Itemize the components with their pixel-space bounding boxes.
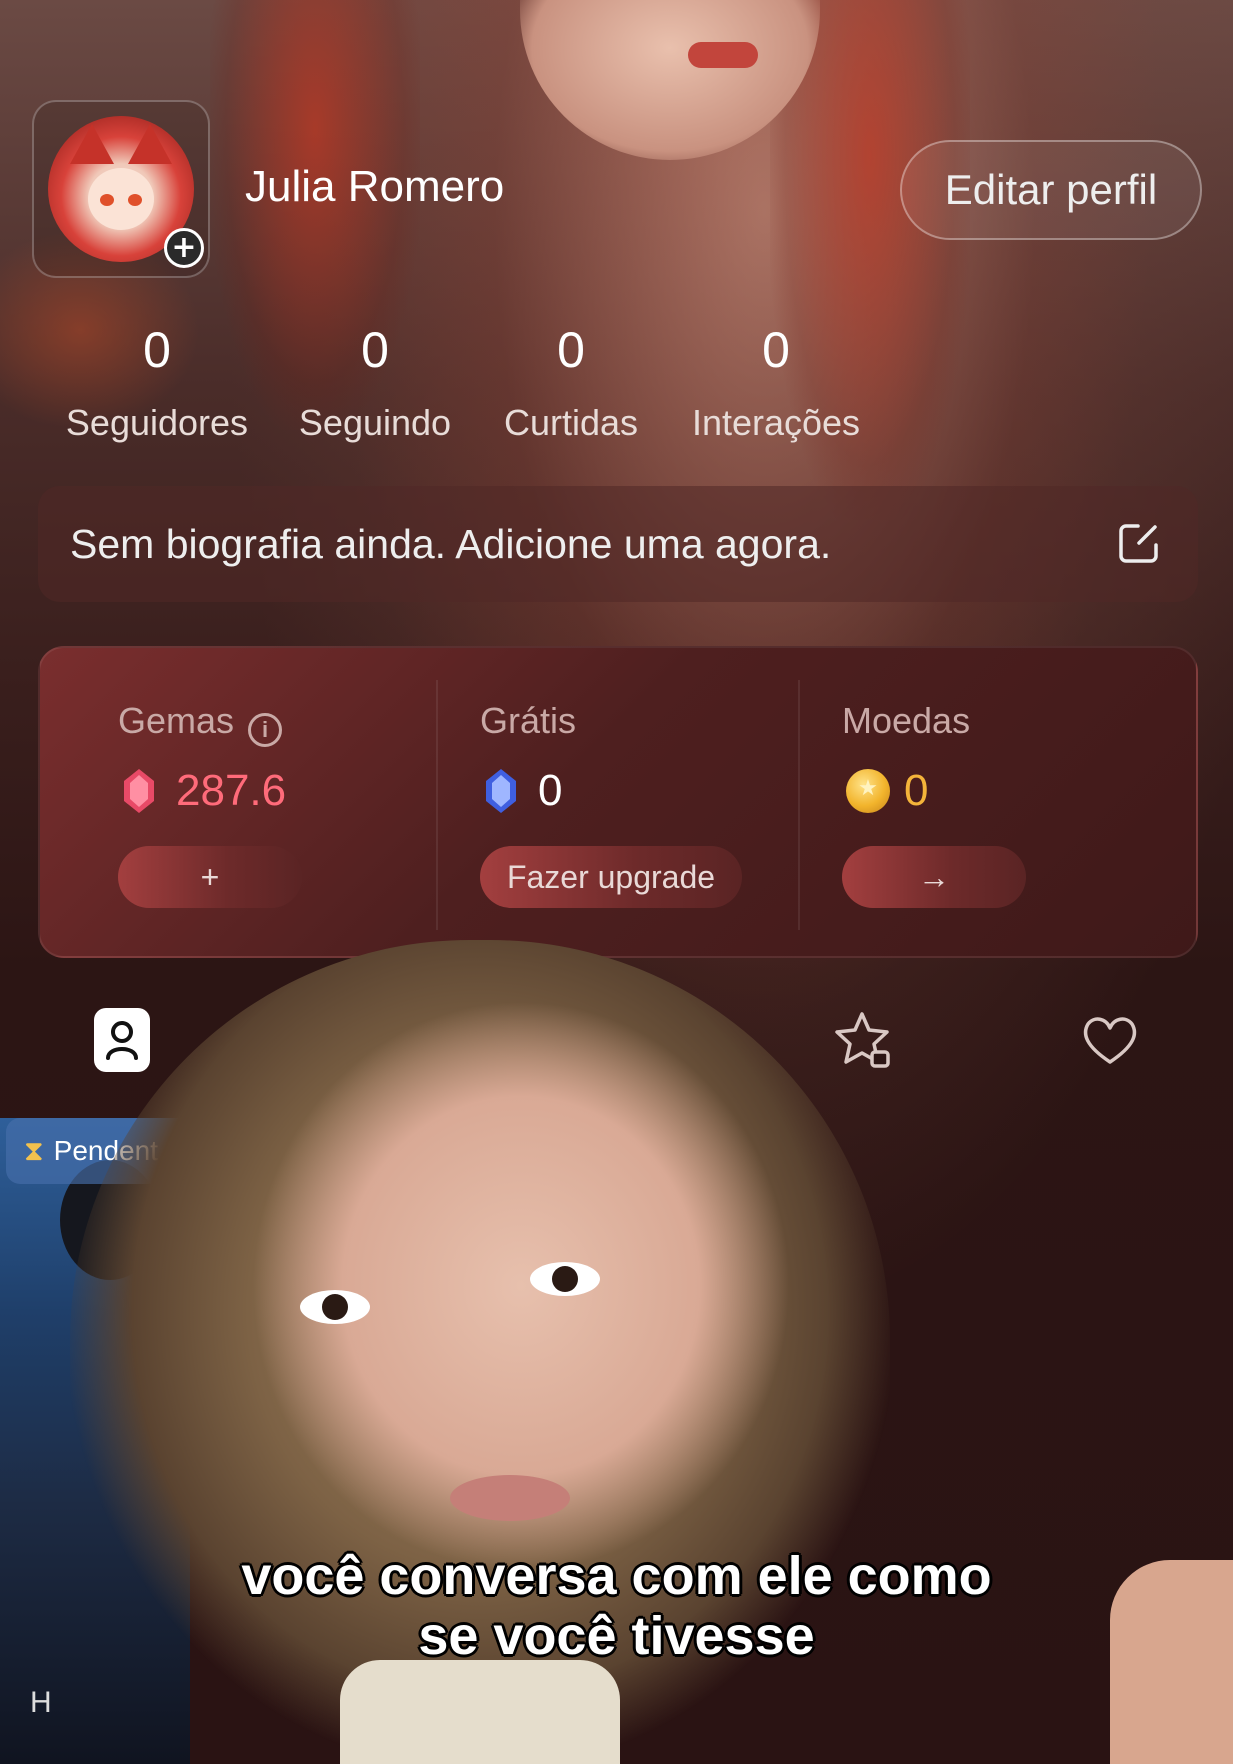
upgrade-button[interactable]: Fazer upgrade bbox=[480, 846, 742, 908]
subtitle-line-1: você conversa com ele como bbox=[241, 1546, 992, 1606]
avatar-frame[interactable]: + bbox=[32, 100, 210, 278]
edit-square-icon[interactable] bbox=[1116, 520, 1162, 566]
free-title: Grátis bbox=[480, 700, 577, 741]
heart-icon[interactable] bbox=[1078, 1008, 1142, 1072]
avatar-ear-right bbox=[128, 124, 172, 164]
coins-value: 0 bbox=[904, 766, 929, 815]
avatar-eye-left bbox=[100, 194, 114, 206]
tab-profile[interactable] bbox=[94, 1008, 150, 1072]
stat-label: Seguidores bbox=[65, 402, 249, 443]
profile-name: Julia Romero bbox=[245, 162, 505, 211]
free-value: 0 bbox=[538, 766, 563, 815]
stat-label: Seguindo bbox=[298, 402, 452, 443]
star-lock-icon[interactable] bbox=[832, 1008, 896, 1072]
stat-value: 0 bbox=[143, 322, 171, 378]
presenter-eye-right bbox=[530, 1262, 600, 1296]
gems-value-row: 287.6 bbox=[122, 766, 286, 816]
stat-seguidores[interactable]: 0 Seguidores bbox=[52, 320, 262, 448]
stat-seguindo[interactable]: 0 Seguindo bbox=[286, 320, 464, 448]
person-icon bbox=[106, 1021, 138, 1060]
stat-value: 0 bbox=[762, 322, 790, 378]
presenter-lips bbox=[450, 1475, 570, 1521]
info-icon[interactable]: i bbox=[248, 713, 283, 747]
stat-label: Interações bbox=[691, 402, 861, 443]
blue-gem-icon bbox=[486, 769, 516, 813]
wallet-divider bbox=[798, 680, 800, 930]
coins-title: Moedas bbox=[842, 700, 971, 741]
avatar-ear-left bbox=[70, 124, 114, 164]
bio-text: Sem biografia ainda. Adicione uma agora. bbox=[70, 520, 832, 567]
wallet-divider bbox=[436, 680, 438, 930]
stat-interacoes[interactable]: 0 Interações bbox=[676, 320, 876, 448]
gems-title-label: Gemas bbox=[118, 700, 235, 741]
stat-value: 0 bbox=[361, 322, 389, 378]
edit-profile-button[interactable]: Editar perfil bbox=[900, 140, 1202, 240]
avatar-face bbox=[88, 168, 154, 230]
presenter-sweater bbox=[340, 1660, 620, 1764]
add-gems-button[interactable]: + bbox=[118, 846, 302, 908]
coin-icon bbox=[846, 769, 890, 813]
gems-value: 287.6 bbox=[176, 766, 287, 815]
avatar-add-icon[interactable]: + bbox=[164, 228, 204, 268]
red-gem-icon bbox=[124, 769, 154, 813]
coins-arrow-button[interactable]: → bbox=[842, 846, 1026, 908]
avatar-eye-right bbox=[128, 194, 142, 206]
coins-value-row: 0 bbox=[846, 766, 928, 816]
stat-value: 0 bbox=[557, 322, 585, 378]
bio-box[interactable]: Sem biografia ainda. Adicione uma agora. bbox=[38, 486, 1198, 602]
subtitle-line-2: se você tivesse bbox=[418, 1606, 815, 1666]
stat-curtidas[interactable]: 0 Curtidas bbox=[490, 320, 652, 448]
free-value-row: 0 bbox=[484, 766, 562, 816]
character-card-text: H bbox=[30, 1686, 52, 1719]
background-art-lips bbox=[688, 42, 758, 68]
presenter-eye-left bbox=[300, 1290, 370, 1324]
stat-label: Curtidas bbox=[503, 402, 639, 443]
wallet-panel: Gemas i 287.6 + Grátis 0 Fazer upgrade Mo… bbox=[38, 646, 1198, 958]
gems-title: Gemas i bbox=[118, 700, 283, 747]
hourglass-icon: ⧗ bbox=[24, 1134, 44, 1166]
